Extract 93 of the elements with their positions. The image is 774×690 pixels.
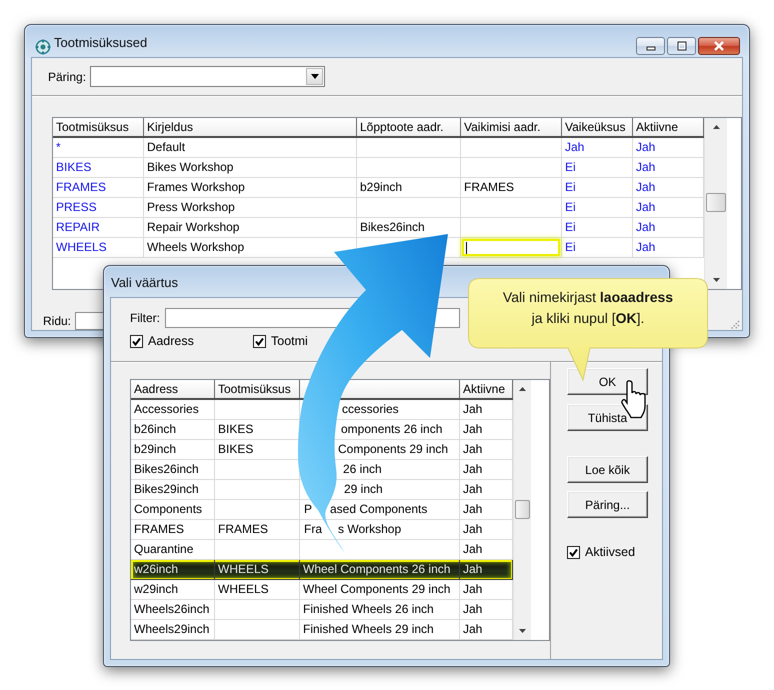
dialog-button[interactable]: OK [567, 368, 648, 395]
window-title: Tootmisüksused [54, 34, 148, 52]
checkmark-icon [569, 548, 578, 556]
table-cell: Jah [562, 138, 633, 158]
column-header[interactable]: Lõpptoote aadr. [357, 118, 461, 136]
field-label: Filter: [130, 311, 160, 325]
table-cell: Ei [562, 198, 633, 218]
edit-field[interactable] [462, 239, 560, 256]
scroll-thumb[interactable] [515, 500, 530, 519]
field-label: Päring: [48, 70, 86, 84]
column-header[interactable]: Vaikimisi aadr. [461, 118, 562, 136]
table-cell: Bikes29inch [131, 480, 215, 500]
dialog-button[interactable]: Päring... [567, 491, 648, 518]
close-icon [713, 41, 725, 51]
table-cell-text: s Workshop [338, 521, 402, 538]
scrollbar[interactable] [704, 118, 727, 289]
row-count-label: Ridu: [43, 314, 72, 328]
table-cell: Wheel Components 29 inch [300, 580, 460, 600]
column-header[interactable]: Aktiivne [460, 380, 513, 398]
table-cell: BIKES [53, 158, 144, 178]
table-cell: Finished Wheels 26 inch [300, 600, 460, 620]
column-header[interactable]: Aktiivne [633, 118, 704, 136]
column-header[interactable]: Aadress [131, 380, 215, 398]
table-row[interactable]: w26inch WHEELS Wheel Components 26 inch Jah [131, 560, 513, 580]
table-cell: FRAMES [53, 178, 144, 198]
table-cell: Ei [562, 178, 633, 198]
table-row[interactable]: Wheels26inch Finished Wheels 26 inch Jah [131, 600, 513, 620]
window-title: Vali väärtus [111, 274, 178, 292]
table-cell: * [53, 138, 144, 158]
table-cell: FRAMES [215, 520, 300, 540]
maximize-button[interactable] [667, 37, 696, 55]
table-cell: b26inch [131, 420, 215, 440]
table-cell: Default [144, 138, 357, 158]
scrollbar[interactable] [513, 380, 531, 640]
column-header[interactable]: Kirjeldus [144, 118, 357, 136]
checkbox[interactable]: Aktiivsed [567, 545, 636, 559]
down-arrow-icon [712, 278, 720, 282]
table-cell-text: ased Components [330, 501, 428, 518]
table-cell: Ei [562, 158, 633, 178]
column-header[interactable]: Tootmisüksus [215, 380, 300, 398]
checkmark-icon [132, 336, 141, 346]
up-arrow-icon [519, 387, 526, 391]
table-cell: Press Workshop [144, 198, 357, 218]
table-cell: Ei [562, 238, 633, 258]
table-cell: WHEELS [215, 560, 300, 580]
table-cell-text: 26 inch [343, 461, 382, 478]
table-cell-text: Components 29 inch [338, 441, 448, 458]
table-cell: FRAMES [131, 520, 215, 540]
close-button[interactable] [698, 37, 740, 55]
table-cell: Bikes26inch [131, 460, 215, 480]
table-cell-text: omponents 26 inch [341, 421, 442, 438]
table-cell: Components [131, 500, 215, 520]
query-combobox[interactable] [90, 66, 326, 87]
table-cell: b29inch [357, 178, 461, 198]
table-cell: PRESS [53, 198, 144, 218]
table-cell: Wheel Components 26 inch [300, 560, 460, 580]
down-arrow-icon [519, 629, 526, 633]
table-cell: w29inch [131, 580, 215, 600]
table-cell: Wheels26inch [131, 600, 215, 620]
table-cell: WHEELS [215, 580, 300, 600]
table-row[interactable]: Wheels29inch Finished Wheels 29 inch Jah [131, 620, 513, 640]
table-cell: FRAMES [461, 178, 562, 198]
table-cell: Ei [562, 218, 633, 238]
table-cell: Wheels29inch [131, 620, 215, 640]
table-cell: WHEELS [53, 238, 144, 258]
checkbox[interactable]: Aadress [130, 334, 194, 348]
table-row[interactable]: w29inch WHEELS Wheel Components 29 inch Jah [131, 580, 513, 600]
resize-grip-icon [728, 318, 740, 330]
table-cell: Accessories [131, 400, 215, 420]
table-cell-text: ccessories [342, 401, 399, 418]
table-cell: b29inch [131, 440, 215, 460]
column-header[interactable]: Vaikeüksus [562, 118, 633, 136]
dialog-button[interactable]: Loe kõik [567, 456, 648, 483]
column-header[interactable]: Tootmisüksus [53, 118, 144, 136]
table-cell: P [304, 502, 312, 516]
up-arrow-icon [712, 125, 720, 129]
table-cell: Bikes Workshop [144, 158, 357, 178]
minimize-button[interactable] [636, 37, 665, 55]
table-cell: REPAIR [53, 218, 144, 238]
table-cell: Frames Workshop [144, 178, 357, 198]
checkbox[interactable]: Tootmi [253, 334, 308, 348]
checkmark-icon [255, 336, 264, 346]
table-cell: w26inch [131, 560, 215, 580]
callout-text: Vali nimekirjast laoaadress ja kliki nupul [OK]. [502, 288, 674, 328]
table-cell-text: 29 inch [344, 481, 383, 498]
app-icon [35, 39, 51, 55]
maximize-icon [676, 41, 688, 51]
table-row[interactable]: FRAMES FRAMES Fra s Workshop Jah [131, 520, 513, 540]
table-cell: Repair Workshop [144, 218, 357, 238]
table-cell: Fra [304, 522, 322, 536]
caret-down-icon [310, 74, 319, 79]
scroll-thumb[interactable] [706, 193, 726, 212]
table-cell: Finished Wheels 29 inch [300, 620, 460, 640]
